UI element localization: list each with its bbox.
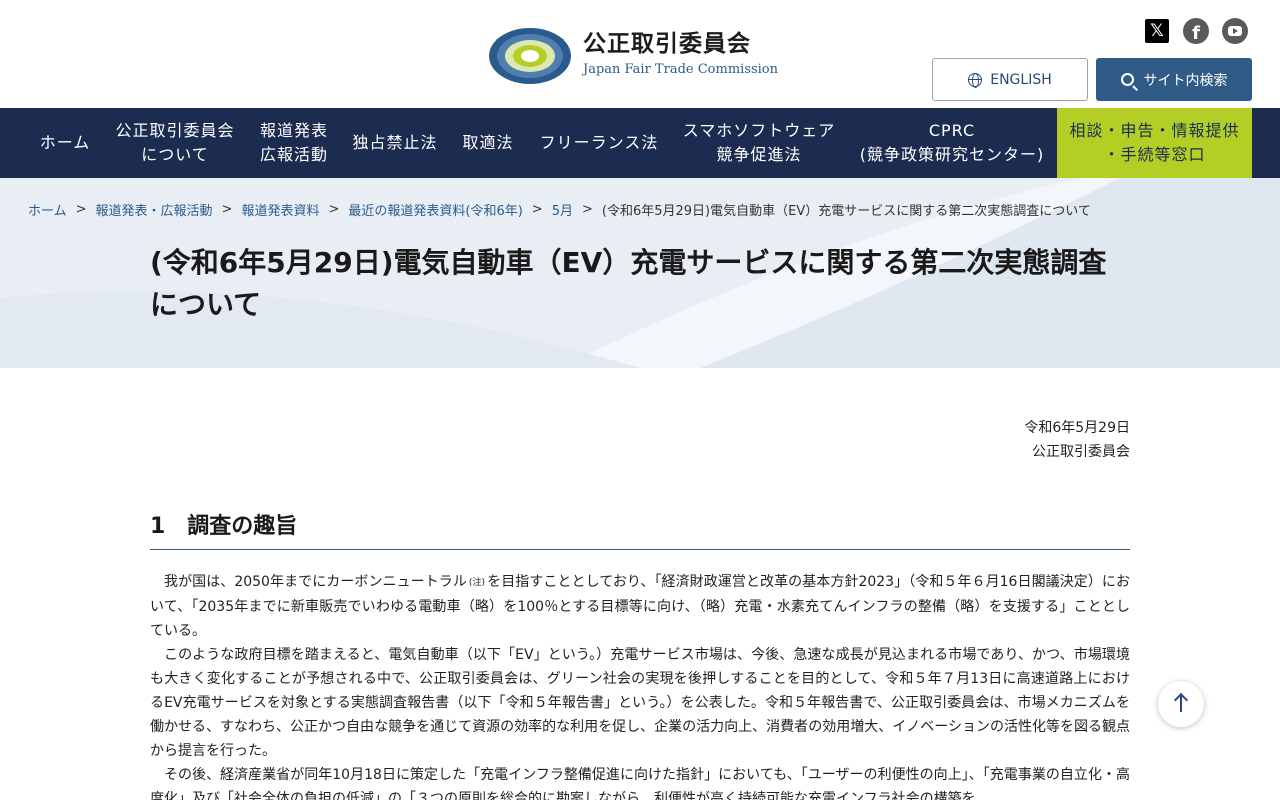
breadcrumb-link-press-releases[interactable]: 報道発表資料: [241, 200, 319, 219]
social-links: 𝕏 f: [1144, 18, 1248, 44]
globe-icon: [968, 72, 983, 88]
nav-item-home[interactable]: ホーム: [28, 108, 102, 178]
english-button[interactable]: ENGLISH: [932, 58, 1088, 101]
nav-item-smartphone[interactable]: スマホソフトウェア 競争促進法: [674, 108, 844, 178]
release-date: 令和6年5月29日: [1024, 420, 1130, 436]
nav-item-freelance[interactable]: フリーランス法: [532, 108, 666, 178]
facebook-icon: f: [1183, 18, 1209, 44]
site-logo[interactable]: 公正取引委員会 Japan Fair Trade Commission: [488, 22, 778, 86]
site-search-button[interactable]: サイト内検索: [1096, 58, 1252, 101]
breadcrumb-separator: >: [531, 202, 543, 217]
nav-item-cprc[interactable]: CPRC (競争政策研究センター): [852, 108, 1052, 178]
section-heading: 1 調査の趣旨: [150, 508, 1130, 550]
site-header: 公正取引委員会 Japan Fair Trade Commission 𝕏 f …: [0, 0, 1280, 108]
breadcrumb-separator: >: [328, 202, 340, 217]
breadcrumb-link-home[interactable]: ホーム: [28, 200, 67, 219]
facebook-link[interactable]: f: [1183, 18, 1209, 44]
search-icon: [1120, 73, 1134, 86]
release-issuer: 公正取引委員会: [1032, 444, 1130, 460]
global-nav: ホーム 公正取引委員会 について 報道発表 広報活動 独占禁止法 取適法 フリー…: [0, 108, 1280, 178]
breadcrumb-link-press[interactable]: 報道発表・広報活動: [96, 200, 213, 219]
x-link[interactable]: 𝕏: [1144, 18, 1170, 44]
youtube-icon: [1222, 18, 1248, 44]
breadcrumb: ホーム > 報道発表・広報活動 > 報道発表資料 > 最近の報道発表資料(令和6…: [28, 200, 1091, 219]
breadcrumb-separator: >: [221, 202, 233, 217]
nav-item-consultation[interactable]: 相談・申告・情報提供 ・手続等窓口: [1057, 108, 1252, 178]
search-label: サイト内検索: [1143, 72, 1228, 89]
x-icon: 𝕏: [1145, 19, 1169, 43]
release-meta: 令和6年5月29日 公正取引委員会: [1024, 416, 1130, 464]
breadcrumb-separator: >: [581, 202, 593, 217]
jftc-emblem-icon: [488, 22, 572, 86]
footnote-link[interactable]: (注): [469, 578, 485, 588]
page-hero: ホーム > 報道発表・広報活動 > 報道発表資料 > 最近の報道発表資料(令和6…: [0, 178, 1280, 368]
breadcrumb-separator: >: [75, 202, 87, 217]
page-title: (令和6年5月29日)電気自動車（EV）充電サービスに関する第二次実態調査につい…: [150, 246, 1107, 321]
org-name-en: Japan Fair Trade Commission: [583, 62, 778, 77]
english-label: ENGLISH: [990, 71, 1052, 88]
paragraph-text: 我が国は、2050年までにカーボンニュートラル: [164, 574, 467, 590]
paragraph: 我が国は、2050年までにカーボンニュートラル (注) を目指すこととしており、「経…: [150, 570, 1130, 643]
nav-item-toriteki[interactable]: 取適法: [452, 108, 524, 178]
breadcrumb-link-may[interactable]: 5月: [552, 200, 573, 219]
arrow-up-icon: [1180, 696, 1182, 712]
breadcrumb-link-recent[interactable]: 最近の報道発表資料(令和6年): [348, 200, 522, 219]
nav-item-press[interactable]: 報道発表 広報活動: [250, 108, 338, 178]
org-name-jp: 公正取引委員会: [583, 31, 751, 57]
scroll-top-button[interactable]: [1158, 681, 1204, 727]
paragraph: その後、経済産業省が同年10月18日に策定した「充電インフラ整備促進に向けた指針…: [150, 767, 1130, 800]
section-body: 我が国は、2050年までにカーボンニュートラル (注) を目指すこととしており、「経…: [150, 570, 1130, 800]
nav-item-antimonopoly[interactable]: 独占禁止法: [346, 108, 444, 178]
nav-item-about[interactable]: 公正取引委員会 について: [108, 108, 242, 178]
youtube-link[interactable]: [1222, 18, 1248, 44]
breadcrumb-current: (令和6年5月29日)電気自動車（EV）充電サービスに関する第二次実態調査につい…: [601, 204, 1091, 219]
paragraph: このような政府目標を踏まえると、電気自動車（以下「EV」という。）充電サービス市…: [150, 647, 1130, 759]
